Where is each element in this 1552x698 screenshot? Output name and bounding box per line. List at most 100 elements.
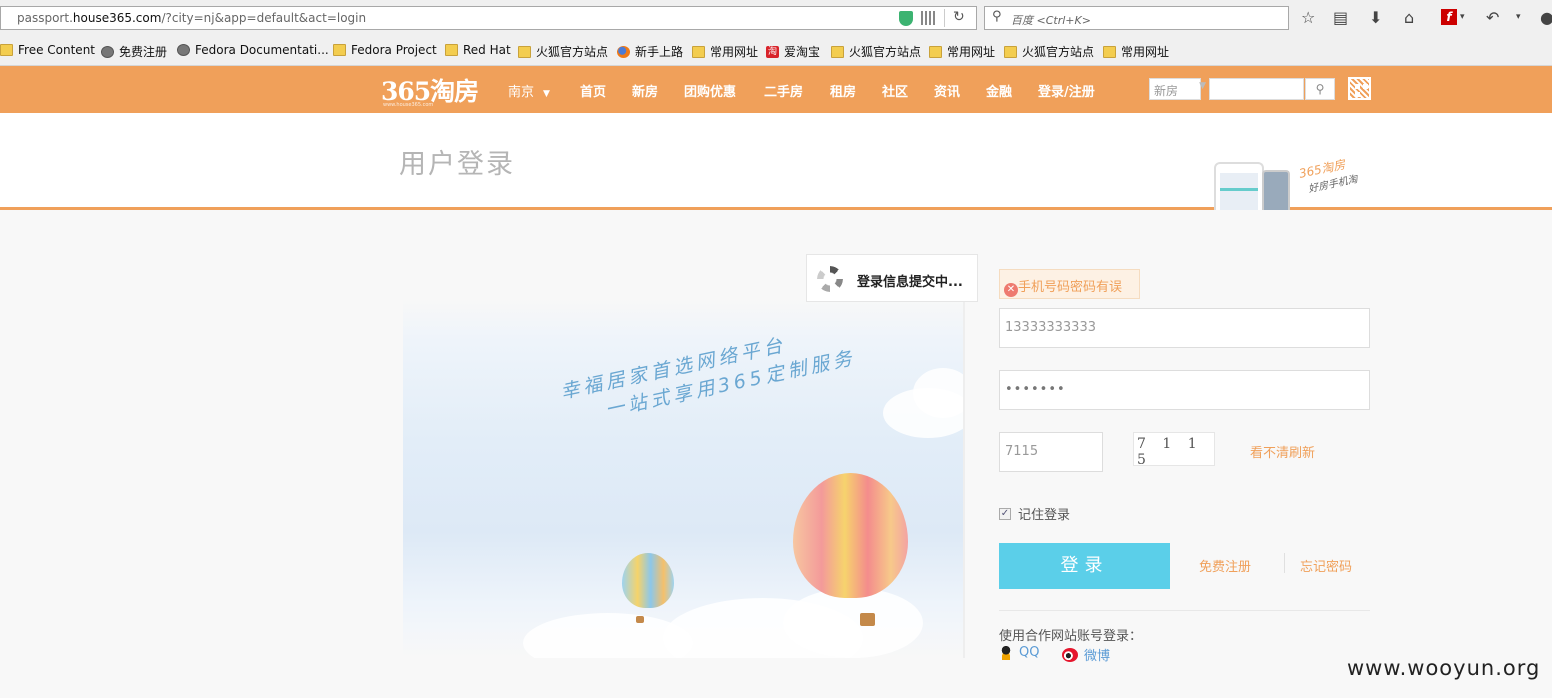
address-divider <box>944 9 945 27</box>
search-icon: ⚲ <box>1315 82 1325 96</box>
bookmark-item[interactable]: 免费注册 <box>101 43 167 60</box>
bookmark-item[interactable]: 淘爱淘宝 <box>766 43 820 60</box>
nav-item[interactable]: 首页 <box>580 81 606 100</box>
bookmark-star-icon[interactable]: ☆ <box>1301 8 1315 27</box>
nav-item[interactable]: 新房 <box>632 81 658 100</box>
search-bar[interactable]: ⚲ 百度 <Ctrl+K> <box>984 6 1289 30</box>
bookmark-item[interactable]: 火狐官方站点 <box>831 43 921 60</box>
address-bar[interactable]: passport.house365.com/?city=nj&app=defau… <box>0 6 977 30</box>
bookmark-item[interactable]: 新手上路 <box>617 43 683 60</box>
site-search-input[interactable] <box>1209 78 1304 100</box>
link-divider <box>1284 553 1285 573</box>
bookmark-item[interactable]: 火狐官方站点 <box>518 43 608 60</box>
city-label: 南京 <box>508 85 535 100</box>
site-header: 365淘房 www.house365.com 南京 ▼ 首页 新房 团购优惠 二手… <box>0 66 1552 113</box>
nav-item[interactable]: 金融 <box>986 81 1012 100</box>
nav-item[interactable]: 社区 <box>882 81 908 100</box>
menu-dropdown-icon[interactable]: ▾ <box>1516 12 1521 22</box>
captcha-input[interactable]: 7115 <box>999 432 1103 472</box>
firefox-icon <box>617 45 630 58</box>
folder-icon <box>692 45 705 58</box>
title-band: 用户登录 365淘房 好房手机淘 <box>0 113 1552 210</box>
refresh-captcha-link[interactable]: 看不清刷新 <box>1250 442 1315 461</box>
nav-item[interactable]: 团购优惠 <box>684 81 736 100</box>
register-link[interactable]: 免费注册 <box>1199 556 1251 575</box>
site-logo[interactable]: 365淘房 www.house365.com <box>381 72 481 108</box>
shield-icon[interactable] <box>899 11 913 26</box>
forgot-password-link[interactable]: 忘记密码 <box>1300 556 1352 575</box>
search-placeholder: 百度 <Ctrl+K> <box>1011 14 1091 27</box>
folder-icon <box>929 45 942 58</box>
bookmark-label: 火狐官方站点 <box>849 45 922 59</box>
reload-icon[interactable]: ↻ <box>953 9 965 25</box>
mobile-phone-image <box>1262 170 1290 210</box>
login-button[interactable]: 登录 <box>999 543 1170 589</box>
error-text: 手机号码密码有误 <box>1018 280 1123 295</box>
bookmark-item[interactable]: Free Content <box>0 43 95 57</box>
password-input[interactable]: ••••••• <box>999 370 1370 410</box>
reading-list-icon[interactable]: ▤ <box>1333 8 1348 27</box>
app-promo-tag[interactable]: 365淘房 好房手机淘 <box>1297 154 1359 197</box>
flash-plugin-icon[interactable]: f <box>1441 9 1457 25</box>
bookmark-label: 新手上路 <box>635 45 684 59</box>
captcha-image[interactable]: 7 1 1 5 <box>1133 432 1215 468</box>
download-icon[interactable]: ⬇ <box>1369 8 1382 27</box>
remember-label: 记住登录 <box>1018 508 1071 523</box>
undo-icon[interactable]: ↶ <box>1486 8 1499 27</box>
qr-code-icon[interactable] <box>1348 77 1371 100</box>
chat-icon[interactable]: ● <box>1540 8 1552 27</box>
phone-input[interactable]: 13333333333 <box>999 308 1370 348</box>
page-title: 用户登录 <box>399 149 515 180</box>
bookmark-label: 火狐官方站点 <box>536 45 609 59</box>
bookmark-label: 常用网址 <box>1121 45 1170 59</box>
globe-icon <box>101 45 114 58</box>
home-icon[interactable]: ⌂ <box>1404 8 1414 27</box>
bookmark-label: 免费注册 <box>119 45 168 59</box>
search-type-select[interactable]: 新房 ▼ <box>1149 78 1206 100</box>
main-area <box>0 213 1552 698</box>
nav-item[interactable]: 租房 <box>830 81 856 100</box>
folder-icon <box>0 44 13 56</box>
search-type-label: 新房 <box>1154 84 1179 98</box>
browser-toolbar: passport.house365.com/?city=nj&app=defau… <box>0 0 1552 66</box>
mobile-phone-image <box>1214 162 1264 210</box>
error-icon: ✕ <box>1004 283 1018 297</box>
qq-login-link[interactable]: QQ <box>999 645 1039 660</box>
checkbox-check-icon[interactable]: ✓ <box>999 507 1011 520</box>
folder-icon <box>831 45 844 58</box>
folder-icon <box>518 45 531 58</box>
nav-item[interactable]: 二手房 <box>764 81 803 100</box>
bookmark-item[interactable]: 火狐官方站点 <box>1004 43 1094 60</box>
nav-item[interactable]: 资讯 <box>934 81 960 100</box>
bookmark-item[interactable]: Fedora Project <box>333 43 437 57</box>
folder-icon <box>1103 45 1116 58</box>
flash-dropdown-icon[interactable]: ▾ <box>1460 12 1465 22</box>
error-message: ✕ 手机号码密码有误 <box>999 269 1140 299</box>
remember-login-checkbox[interactable]: ✓ 记住登录 <box>999 504 1070 523</box>
folder-icon <box>333 44 346 56</box>
folder-icon <box>445 44 458 56</box>
watermark: www.wooyun.org <box>1347 656 1541 680</box>
bookmark-label: Fedora Project <box>351 43 437 57</box>
bookmark-label: 火狐官方站点 <box>1022 45 1095 59</box>
weibo-login-link[interactable]: 微博 <box>1062 645 1110 664</box>
address-url[interactable]: passport.house365.com/?city=nj&app=defau… <box>17 11 366 25</box>
bookmark-label: Free Content <box>18 43 96 57</box>
globe-icon <box>177 44 190 56</box>
bookmark-item[interactable]: 常用网址 <box>929 43 995 60</box>
logo-url: www.house365.com <box>383 102 434 108</box>
caret-down-icon: ▼ <box>543 89 550 99</box>
nav-login-register[interactable]: 登录/注册 <box>1038 81 1095 100</box>
bookmark-label: 常用网址 <box>710 45 759 59</box>
chevron-down-icon: ▼ <box>1199 81 1206 91</box>
search-icon[interactable]: ⚲ <box>992 9 1002 24</box>
city-selector[interactable]: 南京 ▼ <box>508 81 550 100</box>
bookmark-item[interactable]: Fedora Documentati... <box>177 43 329 57</box>
site-search-button[interactable]: ⚲ <box>1305 78 1335 100</box>
bookmark-label: 爱淘宝 <box>784 45 821 59</box>
loading-toast: 登录信息提交中... <box>806 254 978 302</box>
bookmark-item[interactable]: 常用网址 <box>1103 43 1169 60</box>
qr-code-icon[interactable] <box>921 11 935 25</box>
bookmark-item[interactable]: Red Hat <box>445 43 511 57</box>
bookmark-item[interactable]: 常用网址 <box>692 43 758 60</box>
